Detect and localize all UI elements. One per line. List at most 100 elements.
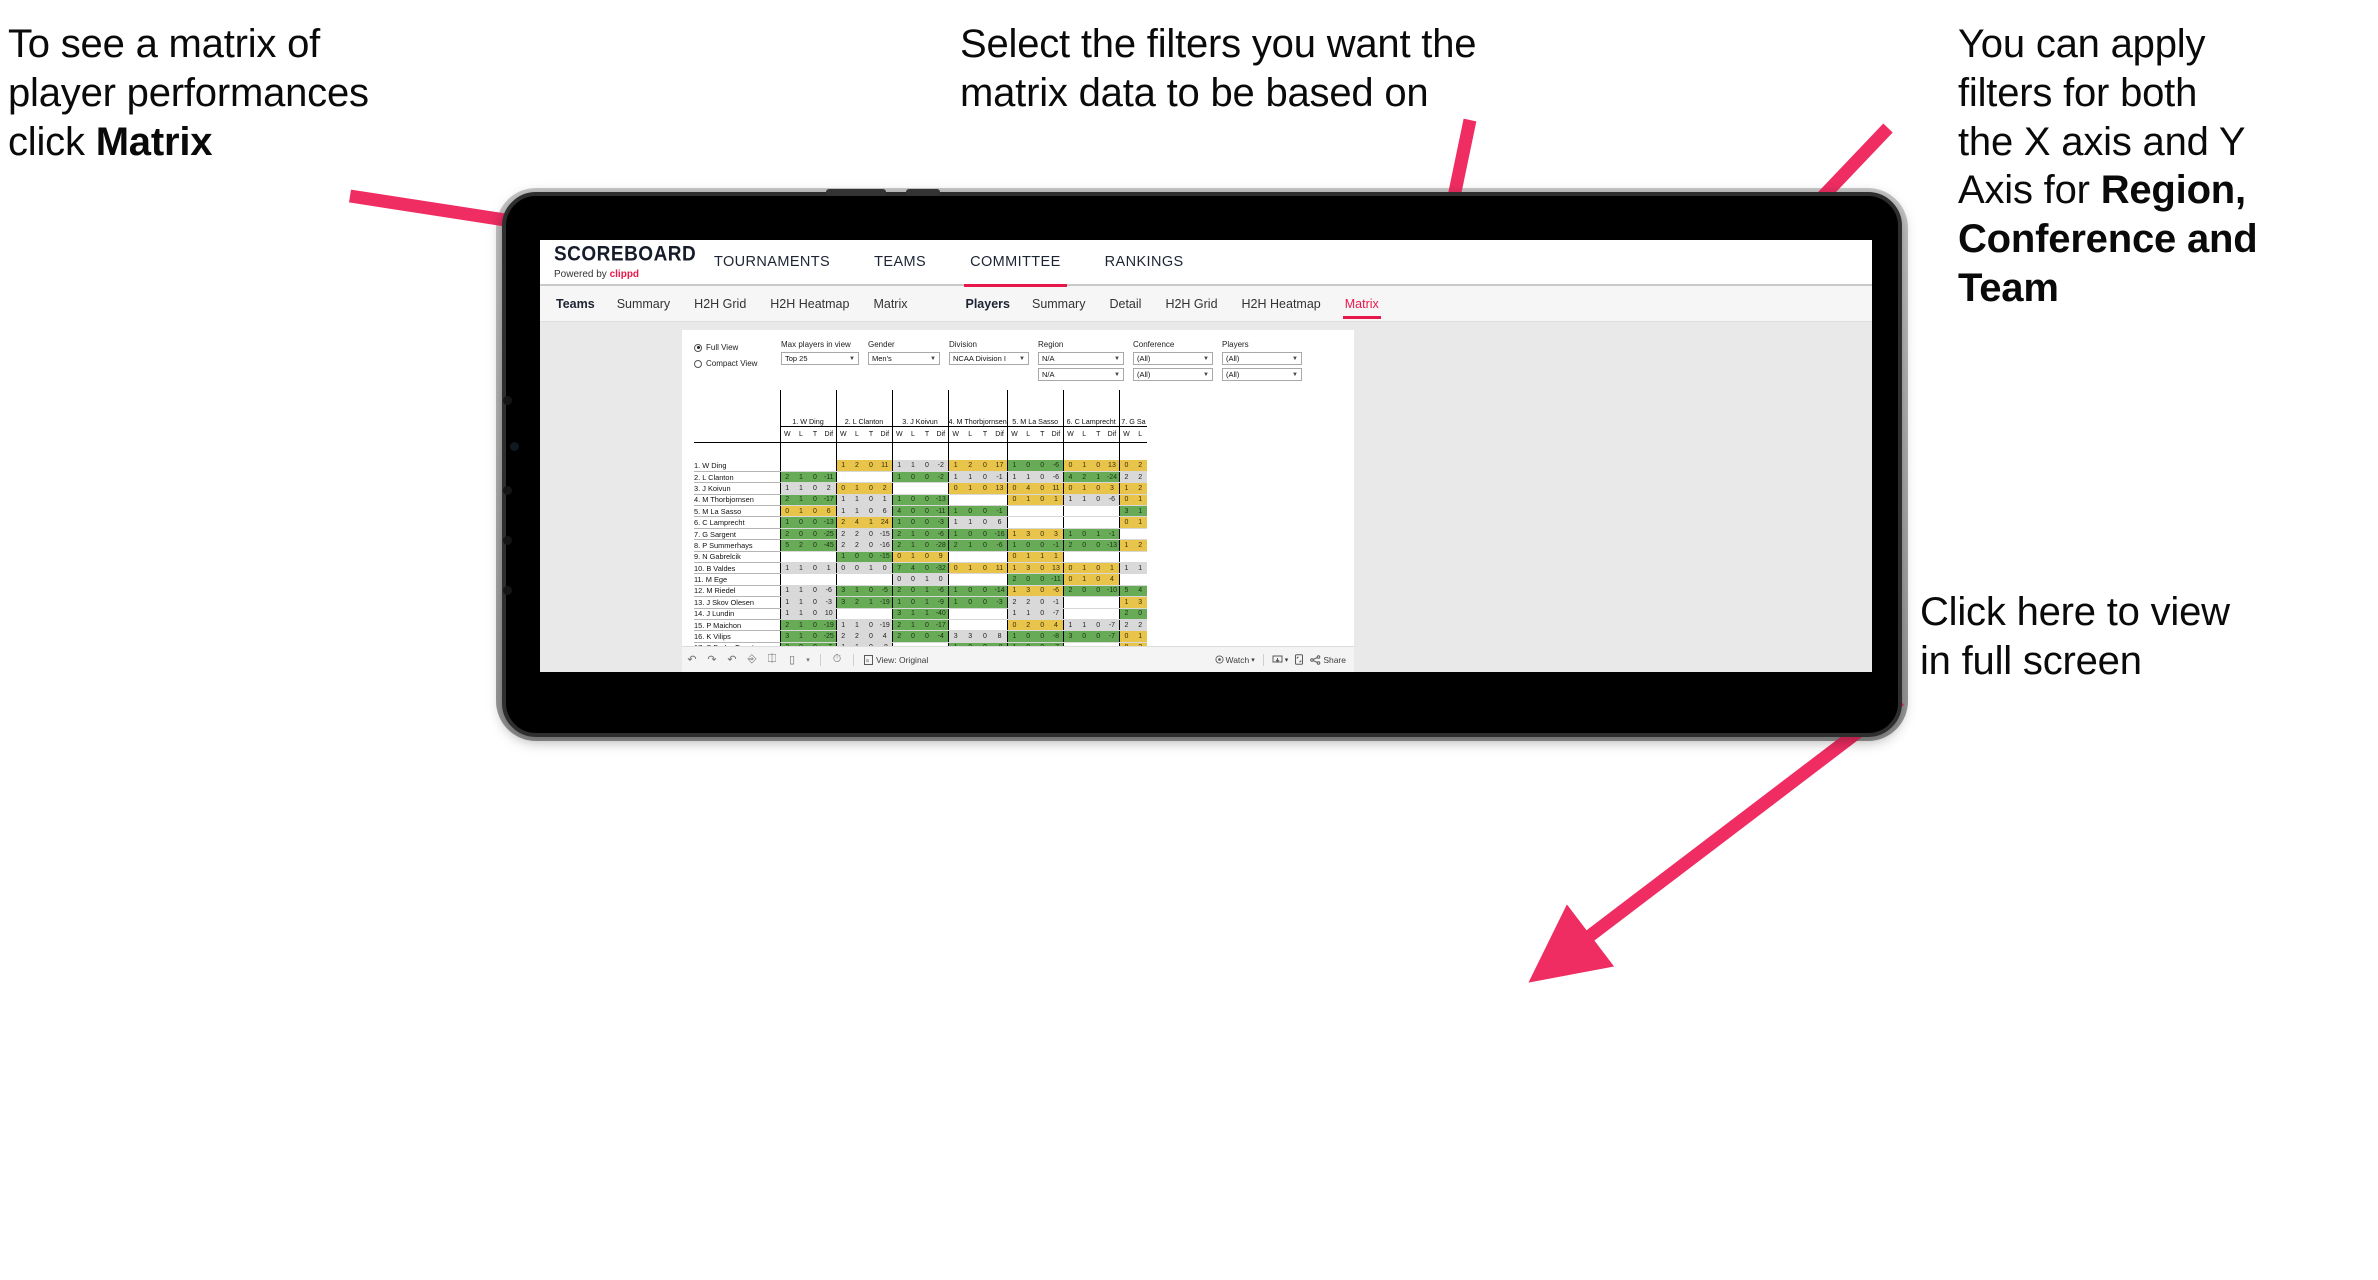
matrix-cell[interactable]: 2: [1133, 460, 1148, 472]
matrix-cell[interactable]: [779, 573, 794, 586]
matrix-cell[interactable]: 0: [977, 562, 993, 575]
matrix-cell[interactable]: 1: [906, 528, 920, 541]
matrix-cell[interactable]: 1: [962, 539, 978, 552]
matrix-cell[interactable]: 0: [1035, 494, 1050, 507]
matrix-cell[interactable]: 1: [1006, 585, 1022, 598]
matrix-cell[interactable]: 1: [1077, 460, 1092, 472]
matrix-cell[interactable]: [1118, 528, 1134, 541]
matrix-cell[interactable]: -16: [878, 539, 892, 552]
matrix-cell[interactable]: 0: [1077, 539, 1092, 552]
subnav-item-players-h2h-grid[interactable]: H2H Grid: [1153, 286, 1229, 322]
matrix-cell[interactable]: 1: [794, 471, 808, 484]
matrix-cell[interactable]: 0: [1021, 539, 1036, 552]
matrix-cell[interactable]: [891, 482, 906, 495]
matrix-cell[interactable]: -17: [822, 494, 836, 507]
matrix-cell[interactable]: 4: [1105, 573, 1120, 586]
matrix-cell[interactable]: 13: [1105, 460, 1120, 472]
matrix-cell[interactable]: 0: [962, 585, 978, 598]
matrix-cell[interactable]: 0: [977, 630, 993, 643]
matrix-cell[interactable]: 3: [1021, 585, 1036, 598]
undo-icon[interactable]: ↶: [682, 653, 702, 666]
matrix-cell[interactable]: 0: [1091, 585, 1106, 598]
matrix-cell[interactable]: [779, 551, 794, 564]
matrix-cell[interactable]: -10: [1105, 585, 1120, 598]
matrix-cell[interactable]: -15: [878, 528, 892, 541]
matrix-cell[interactable]: 2: [835, 630, 850, 643]
matrix-cell[interactable]: 0: [1035, 562, 1050, 575]
matrix-cell[interactable]: 2: [1062, 539, 1078, 552]
matrix-cell[interactable]: 2: [1133, 482, 1148, 495]
matrix-cell[interactable]: 2: [1062, 585, 1078, 598]
matrix-cell[interactable]: 0: [962, 596, 978, 609]
matrix-cell[interactable]: -6: [992, 539, 1008, 552]
matrix-cell[interactable]: 0: [891, 573, 906, 586]
chevron-down-icon[interactable]: ▾: [1251, 656, 1255, 664]
matrix-cell[interactable]: [822, 460, 836, 472]
redo-icon[interactable]: ↷: [702, 653, 722, 666]
matrix-cell[interactable]: 0: [906, 596, 920, 609]
matrix-cell[interactable]: 2: [1006, 573, 1022, 586]
matrix-cell[interactable]: 1: [906, 608, 920, 620]
matrix-cell[interactable]: -45: [822, 539, 836, 552]
matrix-cell[interactable]: 0: [1035, 573, 1050, 586]
matrix-cell[interactable]: -3: [934, 516, 948, 529]
matrix-cell[interactable]: -11: [934, 505, 948, 518]
matrix-cell[interactable]: 2: [835, 539, 850, 552]
matrix-cell[interactable]: 2: [835, 516, 850, 529]
matrix-cell[interactable]: [864, 608, 878, 620]
refresh-data-icon[interactable]: ⎆: [742, 653, 762, 666]
matrix-cell[interactable]: 0: [1021, 460, 1036, 472]
matrix-cell[interactable]: 0: [1077, 585, 1092, 598]
matrix-cell[interactable]: 2: [835, 528, 850, 541]
subnav-item-players-detail[interactable]: Detail: [1097, 286, 1153, 322]
matrix-cell[interactable]: 2: [794, 539, 808, 552]
matrix-cell[interactable]: [1091, 516, 1106, 529]
share-icon[interactable]: [1310, 654, 1321, 665]
matrix-cell[interactable]: 2: [779, 528, 794, 541]
matrix-cell[interactable]: 2: [1006, 596, 1022, 609]
matrix-cell[interactable]: 1: [850, 505, 864, 518]
matrix-cell[interactable]: 0: [808, 494, 822, 507]
matrix-cell[interactable]: [992, 573, 1008, 586]
matrix-cell[interactable]: 0: [906, 573, 920, 586]
matrix-cell[interactable]: -13: [1105, 539, 1120, 552]
matrix-cell[interactable]: -4: [934, 630, 948, 643]
matrix-cell[interactable]: 2: [1077, 471, 1092, 484]
matrix-cell[interactable]: 0: [920, 551, 934, 564]
matrix-cell[interactable]: -1: [1105, 528, 1120, 541]
subnav-item-players-summary[interactable]: Summary: [1020, 286, 1097, 322]
matrix-cell[interactable]: 13: [992, 482, 1008, 495]
matrix-cell[interactable]: 1: [962, 482, 978, 495]
matrix-cell[interactable]: 2: [850, 596, 864, 609]
matrix-cell[interactable]: 3: [835, 596, 850, 609]
matrix-cell[interactable]: [1049, 505, 1064, 518]
matrix-cell[interactable]: 0: [906, 494, 920, 507]
subnav-item-teams-summary[interactable]: Summary: [605, 286, 682, 322]
matrix-cell[interactable]: 2: [891, 630, 906, 643]
matrix-cell[interactable]: 0: [920, 471, 934, 484]
matrix-cell[interactable]: 1: [1077, 482, 1092, 495]
matrix-cell[interactable]: 0: [850, 551, 864, 564]
matrix-cell[interactable]: 0: [864, 619, 878, 632]
matrix-cell[interactable]: 4: [1049, 619, 1064, 632]
matrix-cell[interactable]: 1: [835, 505, 850, 518]
subnav-item-teams-matrix[interactable]: Matrix: [861, 286, 919, 322]
matrix-cell[interactable]: 0: [934, 573, 948, 586]
matrix-cell[interactable]: 4: [891, 505, 906, 518]
subnav-item-teams-h2h-grid[interactable]: H2H Grid: [682, 286, 758, 322]
matrix-cell[interactable]: [1105, 516, 1120, 529]
matrix-cell[interactable]: -24: [1105, 471, 1120, 484]
view-mode-compact[interactable]: Compact View: [694, 357, 772, 370]
matrix-cell[interactable]: 0: [864, 539, 878, 552]
matrix-cell[interactable]: 1: [891, 516, 906, 529]
filter-max-players-select[interactable]: Top 25 ▼: [781, 352, 859, 365]
matrix-cell[interactable]: [822, 573, 836, 586]
matrix-cell[interactable]: 1: [1118, 482, 1134, 495]
matrix-cell[interactable]: 0: [808, 528, 822, 541]
matrix-cell[interactable]: 1: [1091, 471, 1106, 484]
matrix-cell[interactable]: [1105, 551, 1120, 564]
matrix-cell[interactable]: 1: [962, 471, 978, 484]
matrix-cell[interactable]: 0: [920, 630, 934, 643]
matrix-cell[interactable]: 0: [920, 460, 934, 472]
matrix-cell[interactable]: 1: [1006, 539, 1022, 552]
